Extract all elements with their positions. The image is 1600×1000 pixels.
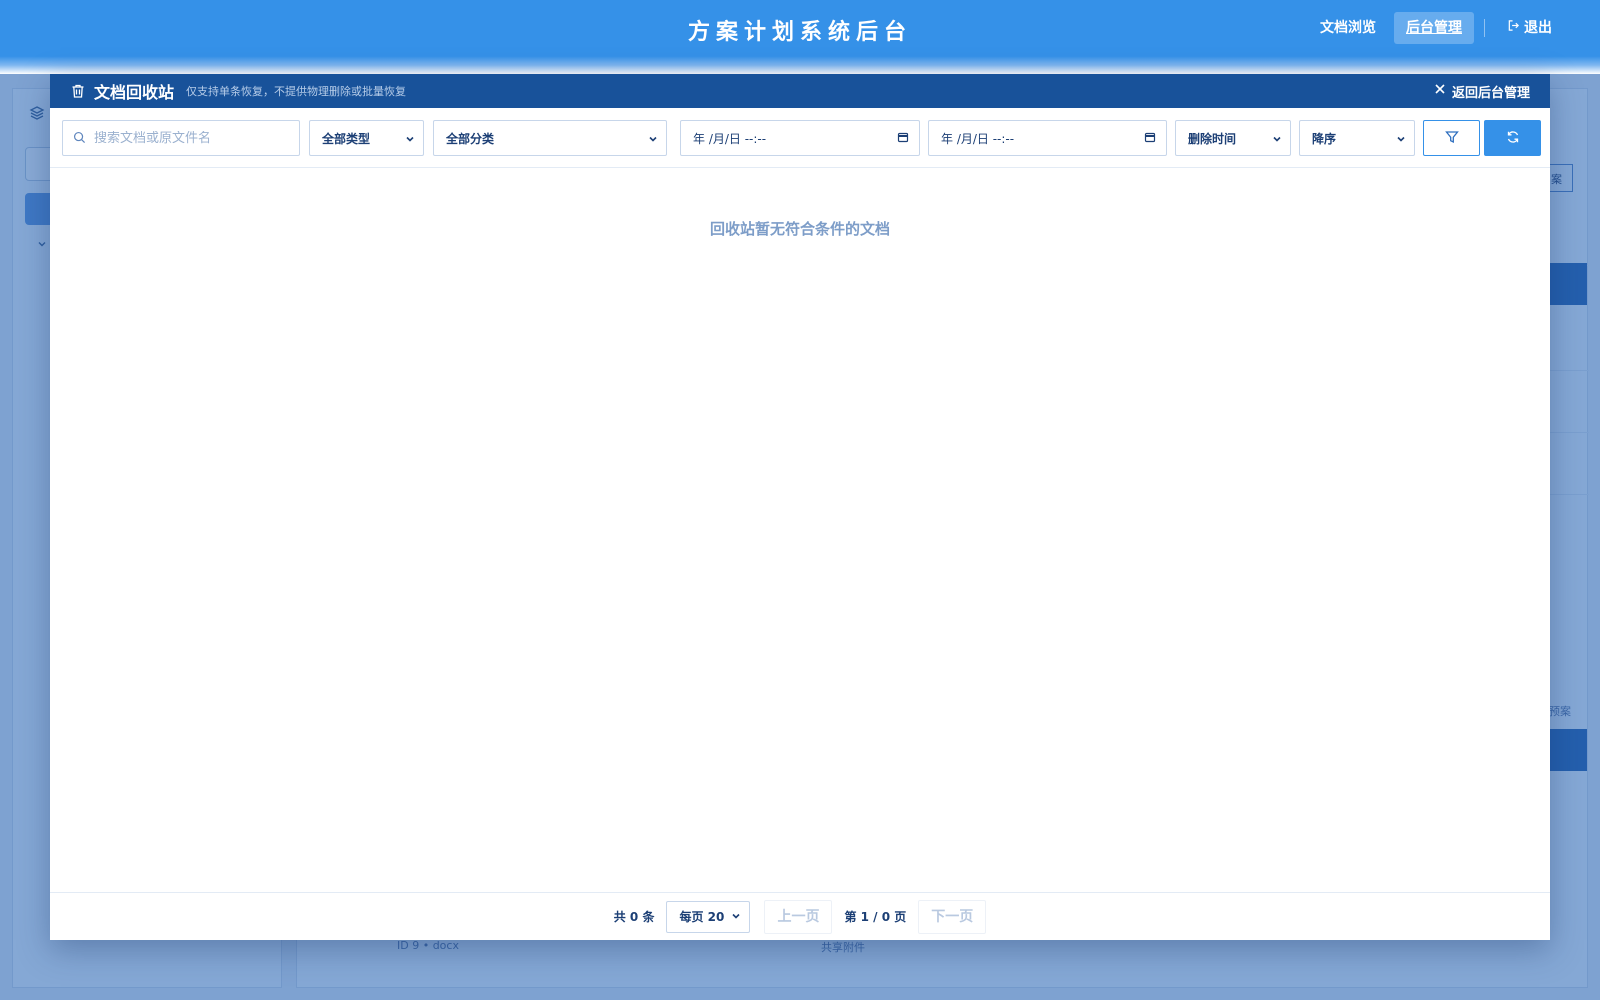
nav-docs-browse[interactable]: 文档浏览 bbox=[1308, 12, 1388, 44]
top-nav: 文档浏览 后台管理 退出 bbox=[1308, 12, 1564, 44]
nav-admin[interactable]: 后台管理 bbox=[1394, 12, 1474, 44]
logout-button[interactable]: 退出 bbox=[1495, 12, 1564, 44]
date-from-input[interactable]: 年 /月/日 --:-- bbox=[680, 120, 920, 156]
type-select-value: 全部类型 bbox=[322, 131, 371, 146]
nav-divider bbox=[1484, 19, 1485, 37]
search-icon bbox=[73, 129, 86, 148]
close-icon bbox=[1434, 83, 1446, 99]
chevron-down-icon bbox=[731, 910, 741, 924]
refresh-icon bbox=[1506, 129, 1520, 148]
prev-page-button[interactable]: 上一页 bbox=[764, 899, 833, 934]
filter-button[interactable] bbox=[1423, 120, 1480, 156]
background-row-tag: 共享附件 bbox=[821, 941, 865, 954]
back-to-admin-button[interactable]: 返回后台管理 bbox=[1434, 74, 1530, 108]
modal-header: 文档回收站 仅支持单条恢复，不提供物理删除或批量恢复 返回后台管理 bbox=[50, 74, 1550, 108]
page-size-value: 每页 20 bbox=[679, 910, 725, 924]
back-to-admin-label: 返回后台管理 bbox=[1451, 85, 1530, 101]
calendar-icon bbox=[897, 131, 909, 146]
recycle-bin-modal: 文档回收站 仅支持单条恢复，不提供物理删除或批量恢复 返回后台管理 全部类型 全… bbox=[50, 74, 1550, 940]
empty-state-message: 回收站暂无符合条件的文档 bbox=[709, 220, 890, 238]
next-page-button[interactable]: 下一页 bbox=[918, 899, 987, 934]
chevron-down-icon bbox=[1396, 133, 1406, 143]
page-info: 第 1 / 0 页 bbox=[844, 910, 907, 924]
background-row-meta: ID 9 • docx bbox=[397, 939, 459, 952]
chevron-down-icon bbox=[37, 239, 47, 252]
sort-order-select[interactable]: 降序 bbox=[1299, 120, 1415, 156]
background-side-link: 预案 bbox=[1549, 705, 1571, 718]
sort-field-value: 删除时间 bbox=[1188, 131, 1237, 146]
category-select[interactable]: 全部分类 bbox=[433, 120, 667, 156]
date-to-value: 年 /月/日 --:-- bbox=[941, 131, 1015, 146]
chevron-down-icon bbox=[405, 133, 415, 143]
modal-title: 文档回收站 bbox=[94, 83, 175, 102]
date-to-input[interactable]: 年 /月/日 --:-- bbox=[928, 120, 1167, 156]
calendar-icon bbox=[1144, 131, 1156, 146]
pagination: 共 0 条 每页 20 上一页 第 1 / 0 页 下一页 bbox=[50, 892, 1550, 940]
page-size-select[interactable]: 每页 20 bbox=[666, 900, 751, 933]
logout-icon bbox=[1507, 18, 1520, 38]
sort-order-value: 降序 bbox=[1312, 131, 1337, 146]
modal-subtitle: 仅支持单条恢复，不提供物理删除或批量恢复 bbox=[186, 85, 407, 98]
sort-field-select[interactable]: 删除时间 bbox=[1175, 120, 1291, 156]
search-box bbox=[62, 120, 300, 156]
chevron-down-icon bbox=[648, 133, 658, 143]
filter-icon bbox=[1444, 129, 1459, 148]
total-count: 共 0 条 bbox=[613, 910, 655, 924]
top-header: 方案计划系统后台 文档浏览 后台管理 退出 bbox=[0, 0, 1600, 74]
layers-icon bbox=[29, 105, 47, 123]
logout-label: 退出 bbox=[1524, 20, 1552, 36]
chevron-down-icon bbox=[1272, 133, 1282, 143]
refresh-button[interactable] bbox=[1484, 120, 1541, 156]
trash-icon bbox=[70, 83, 86, 99]
category-select-value: 全部分类 bbox=[446, 131, 495, 146]
search-input[interactable] bbox=[94, 130, 284, 146]
date-from-value: 年 /月/日 --:-- bbox=[693, 131, 767, 146]
type-select[interactable]: 全部类型 bbox=[309, 120, 424, 156]
filter-bar: 全部类型 全部分类 年 /月/日 --:-- 年 /月/日 --:-- 删除时间… bbox=[50, 108, 1550, 168]
